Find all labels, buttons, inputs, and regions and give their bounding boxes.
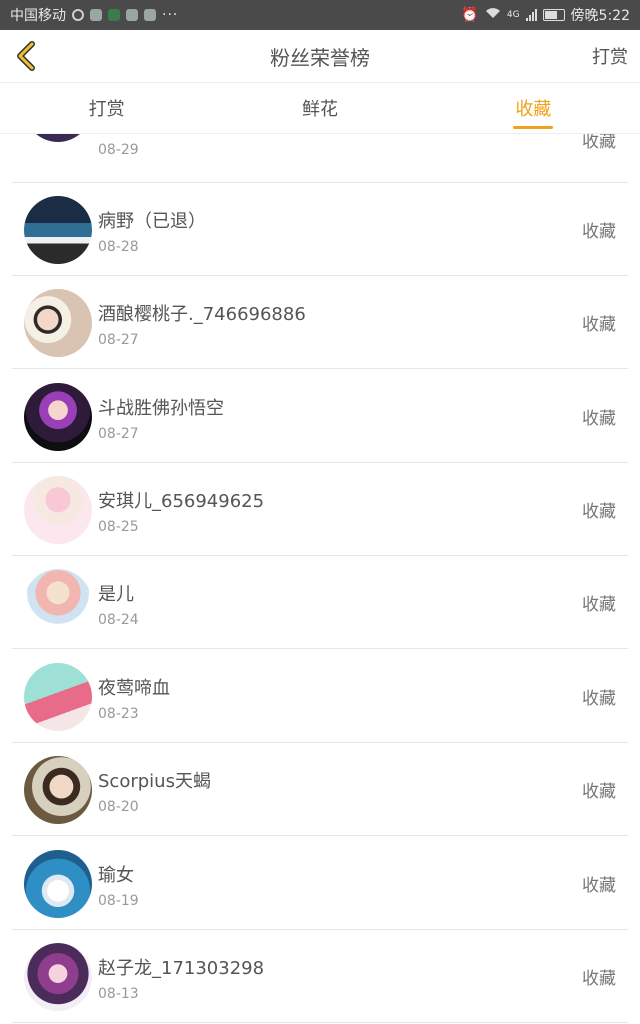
fan-name: 安琪儿_656949625 [98, 491, 265, 512]
sync-icon [72, 9, 84, 21]
fan-name: 瑜女 [98, 865, 134, 886]
status-bar-right: ⏰ 4G 傍晚5:22 [461, 5, 630, 25]
avatar [24, 943, 92, 1011]
fan-name: 斗战胜佛孙悟空 [98, 398, 224, 419]
avatar [24, 196, 92, 264]
page-title: 粉丝荣誉榜 [270, 45, 370, 70]
fan-date: 08-13 [98, 986, 139, 1002]
fan-action-label: 收藏 [582, 595, 616, 615]
fan-action-label: 收藏 [582, 782, 616, 802]
clock-label: 傍晚5:22 [570, 8, 630, 24]
avatar [24, 850, 92, 918]
list-item[interactable]: 赵子龙_171303298 08-13 收藏 [12, 930, 628, 1023]
avatar [24, 663, 92, 731]
list-item[interactable]: 是儿 08-24 收藏 [12, 556, 628, 649]
carrier-label: 中国移动 [10, 8, 66, 24]
fan-date: 08-28 [98, 239, 139, 255]
fan-name: Scorpius天蝎 [98, 771, 211, 792]
back-button[interactable] [8, 38, 44, 74]
status-bar-left: 中国移动 ··· [10, 5, 178, 25]
reward-button[interactable]: 打赏 [592, 43, 628, 69]
fan-name: 赵子龙_171303298 [98, 958, 265, 979]
chevron-left-icon [17, 41, 35, 71]
fan-name: 病野（已退） [98, 211, 206, 232]
list-item[interactable]: 瑜女 08-19 收藏 [12, 837, 628, 930]
list-item[interactable]: 病野（已退） 08-28 收藏 [12, 183, 628, 276]
fan-name: 夜莺啼血 [98, 678, 170, 699]
app-notification-icon [90, 9, 102, 21]
wechat-notification-icon [108, 9, 120, 21]
list-item[interactable]: 安琪儿_656949625 08-25 收藏 [12, 463, 628, 556]
tab-flowers[interactable]: 鲜花 [213, 83, 426, 133]
wifi-icon [485, 7, 501, 23]
fan-date: 08-20 [98, 799, 139, 815]
list-item[interactable]: 斗战胜佛孙悟空 08-27 收藏 [12, 370, 628, 463]
tab-favorites-label: 收藏 [515, 99, 552, 120]
list-item[interactable]: 酒酿樱桃子._746696886 08-27 收藏 [12, 276, 628, 369]
fan-date: 08-23 [98, 706, 139, 722]
fan-date: 08-29 [98, 142, 139, 158]
fan-name: 是儿 [98, 584, 134, 605]
avatar [24, 289, 92, 357]
fan-name: 酒酿樱桃子._746696886 [98, 304, 306, 325]
more-notifications-icon: ··· [162, 7, 179, 23]
fan-date: 08-25 [98, 519, 139, 535]
fan-action-label: 收藏 [582, 222, 616, 242]
active-tab-indicator [513, 126, 554, 129]
tab-flowers-label: 鲜花 [301, 99, 338, 120]
fan-action-label: 收藏 [582, 502, 616, 522]
fan-action-label: 收藏 [582, 689, 616, 709]
app-notification-icon-3 [144, 9, 156, 21]
list-item[interactable]: Scorpius天蝎 08-20 收藏 [12, 743, 628, 836]
header: 粉丝荣誉榜 打赏 [0, 30, 640, 83]
fan-action-label: 收藏 [582, 876, 616, 896]
tab-reward[interactable]: 打赏 [0, 83, 213, 133]
avatar [24, 756, 92, 824]
avatar [24, 476, 92, 544]
battery-icon [542, 9, 565, 21]
fan-action-label: 收藏 [582, 969, 616, 989]
fan-list[interactable]: 08-29 收藏 病野（已退） 08-28 收藏 酒酿樱桃子._74669688… [0, 90, 640, 1024]
app-notification-icon-2 [126, 9, 138, 21]
avatar [24, 569, 92, 637]
signal-icon [525, 9, 537, 21]
fan-date: 08-27 [98, 332, 139, 348]
fan-action-label: 收藏 [582, 315, 616, 335]
list-item[interactable]: 夜莺啼血 08-23 收藏 [12, 650, 628, 743]
fan-date: 08-24 [98, 612, 139, 628]
tab-favorites[interactable]: 收藏 [427, 83, 640, 133]
fan-date: 08-27 [98, 426, 139, 442]
status-bar: 中国移动 ··· ⏰ 4G 傍晚5:22 [0, 0, 640, 30]
avatar [24, 383, 92, 451]
tab-reward-label: 打赏 [88, 99, 125, 120]
tab-bar: 打赏 鲜花 收藏 [0, 83, 640, 134]
network-type-label: 4G [506, 10, 520, 20]
alarm-icon: ⏰ [461, 7, 479, 23]
fan-action-label: 收藏 [582, 409, 616, 429]
fan-date: 08-19 [98, 893, 139, 909]
